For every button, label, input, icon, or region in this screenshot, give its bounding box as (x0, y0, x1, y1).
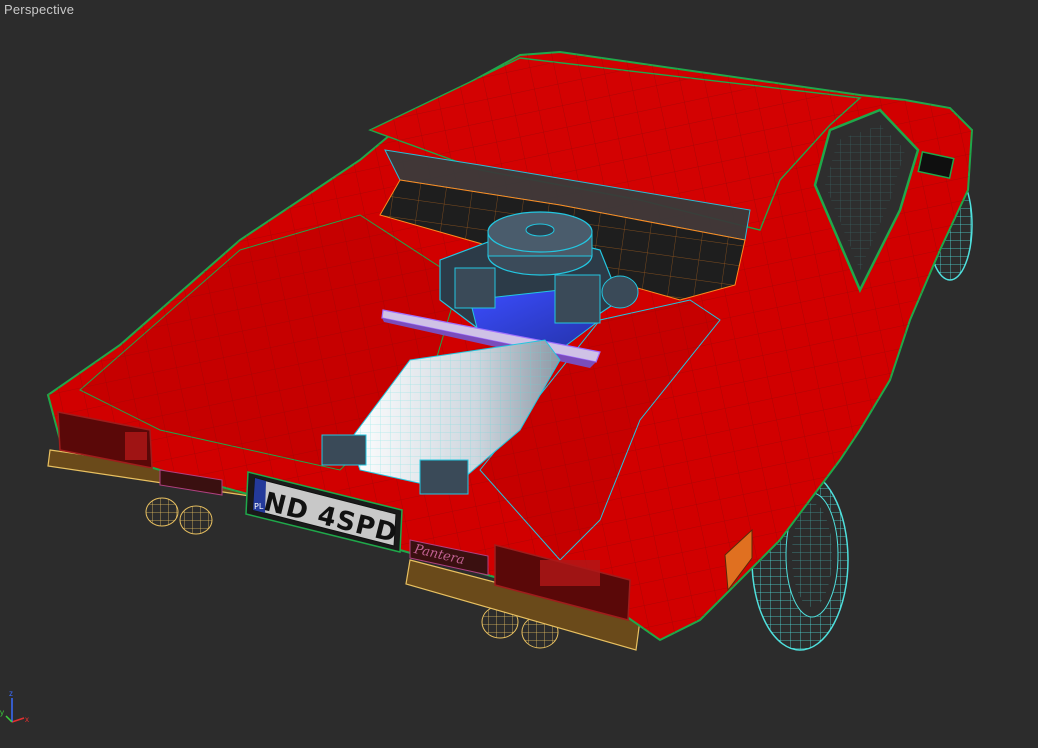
axis-y-label: y (0, 708, 4, 717)
car-model-render (46, 50, 974, 651)
axis-x-label: x (25, 715, 29, 724)
alternator (601, 275, 639, 309)
viewport-perspective[interactable]: Perspective ND 4SPD PL Pantera x y z (0, 0, 1038, 748)
axis-z-label: z (9, 689, 13, 698)
exhaust-left (145, 497, 213, 535)
air-cleaner (487, 211, 593, 276)
plate-country-text: PL (254, 502, 264, 511)
axis-tripod-icon[interactable]: x y z (0, 684, 40, 734)
